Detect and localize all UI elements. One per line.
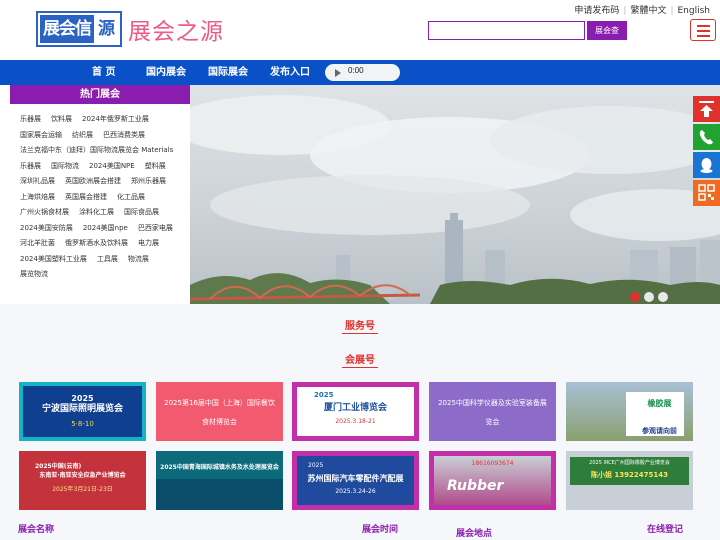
hero-banner[interactable]: [190, 85, 720, 304]
hot-row: 乐器展 饮料展 2024年俄罗斯工业展: [20, 112, 190, 128]
hot-exhibition-link[interactable]: 物流展: [128, 255, 149, 263]
hot-exhibition-link[interactable]: 2024年俄罗斯工业展: [82, 115, 149, 123]
hot-exhibitions-title: 热门展会: [10, 85, 190, 104]
col-exhibition-name: 展会名称: [18, 525, 55, 535]
hot-row: 乐器展 国际物流 2024美国NPE 塑料展: [20, 159, 190, 175]
top-links: 申请发布码 | 繁體中文 | English: [570, 3, 714, 16]
hot-row: 广州火锅食材展 涂料化工展 国际食品展: [20, 205, 190, 221]
qq-icon: [700, 158, 713, 173]
hot-exhibition-link[interactable]: 国际食品展: [124, 208, 159, 216]
search-button[interactable]: 展会查: [587, 21, 627, 40]
exhibition-card-9[interactable]: 18616093674 Rubber: [429, 451, 556, 510]
carousel-dot-2[interactable]: [644, 292, 654, 302]
exhibition-card-4[interactable]: 2025中国科学仪器及实验室装备展览会: [429, 382, 556, 441]
hot-exhibition-link[interactable]: 2024美国安防展: [20, 224, 73, 232]
hot-exhibition-link[interactable]: 深圳礼品展: [20, 177, 55, 185]
exhibition-card-7[interactable]: 2025中国青海国际城镇水务及水处理展览会: [156, 451, 283, 510]
english-link[interactable]: English: [674, 6, 715, 16]
qq-button[interactable]: [693, 152, 720, 178]
exhibition-card-1[interactable]: 2025 宁波国际照明展览会 5·8-10: [19, 382, 146, 441]
nav-international[interactable]: 国际展会: [208, 60, 248, 85]
hot-exhibition-link[interactable]: 国际物流: [51, 162, 79, 170]
top-icon: [699, 101, 714, 117]
service-heading: 服务号: [345, 321, 375, 332]
col-exhibition-venue: 展会地点: [456, 529, 493, 539]
hot-exhibition-link[interactable]: 巴西家电展: [138, 224, 173, 232]
hot-row: 展览物流: [20, 267, 190, 283]
hot-row: 上海烘焙展 英国展会搭建 化工品展: [20, 190, 190, 206]
main-nav: 首 页 国内展会 国际展会 发布入口 0:00: [0, 60, 720, 85]
hot-row: 深圳礼品展 英国欧洲展会搭建 郑州乐器展: [20, 174, 190, 190]
menu-icon: [697, 25, 710, 27]
hot-row: 2024美国塑料工业展 工具展 物流展: [20, 252, 190, 268]
hot-exhibition-link[interactable]: 法兰克福中东（迪拜）国际物流展览会 Materials: [20, 146, 173, 154]
exhibition-card-10[interactable]: 2025 IRCE广州国际橡胶产业博览会 陈小姐 13922475143: [566, 451, 693, 510]
hot-exhibition-link[interactable]: 2024美国塑料工业展: [20, 255, 87, 263]
traditional-chinese-link[interactable]: 繁體中文: [626, 6, 670, 16]
exhibition-card-5[interactable]: 橡胶展 参观请向前: [566, 382, 693, 441]
hot-exhibition-link[interactable]: 展览物流: [20, 270, 48, 278]
audio-player[interactable]: 0:00: [325, 64, 400, 81]
site-slogan: 展会之源: [128, 19, 224, 45]
hot-exhibition-link[interactable]: 塑料展: [145, 162, 166, 170]
exhibition-card-6[interactable]: 2025中国(云南) 东南亚·南亚安全应急产业博览会 2025年3月21日-23…: [19, 451, 146, 510]
hot-exhibition-link[interactable]: 电力展: [138, 239, 159, 247]
hot-exhibition-link[interactable]: 化工品展: [117, 193, 145, 201]
hot-exhibition-link[interactable]: 饮料展: [51, 115, 72, 123]
hot-row: 2024美国安防展 2024美国npe 巴西家电展: [20, 221, 190, 237]
hot-exhibition-link[interactable]: 工具展: [97, 255, 118, 263]
exhibition-card-3[interactable]: 2025 厦门工业博览会 2025.3.18-21: [292, 382, 419, 441]
hot-row: 法兰克福中东（迪拜）国际物流展览会 Materials: [20, 143, 190, 159]
nav-home[interactable]: 首 页: [92, 60, 115, 85]
search-input[interactable]: [428, 21, 585, 40]
col-online-register: 在线登记: [647, 525, 684, 535]
col-exhibition-time: 展会时间: [362, 525, 399, 535]
exhibition-card-8[interactable]: 2025 苏州国际汽车零配件汽配展 2025.3.24-26: [292, 451, 419, 510]
hot-exhibition-link[interactable]: 俄罗斯酒水及饮料展: [65, 239, 128, 247]
hot-exhibition-link[interactable]: 乐器展: [20, 162, 41, 170]
hot-exhibition-link[interactable]: 纺织展: [72, 131, 93, 139]
hot-exhibition-link[interactable]: 广州火锅食材展: [20, 208, 69, 216]
hot-exhibition-link[interactable]: 河北羊肚菌: [20, 239, 55, 247]
exhibition-heading: 会展号: [345, 355, 375, 366]
nav-domestic[interactable]: 国内展会: [146, 60, 186, 85]
hot-exhibition-link[interactable]: 英国展会搭建: [65, 193, 107, 201]
nav-publish[interactable]: 发布入口: [270, 60, 310, 85]
hot-exhibitions-list: 乐器展 饮料展 2024年俄罗斯工业展国家展会运输 纺织展 巴西消费类展法兰克福中东（迪…: [20, 112, 190, 283]
logo-char: 源: [98, 19, 115, 39]
hot-exhibition-link[interactable]: 2024美国NPE: [89, 162, 135, 170]
hot-exhibition-link[interactable]: 郑州乐器展: [131, 177, 166, 185]
carousel-dot-3[interactable]: [658, 292, 668, 302]
carousel-dot-1[interactable]: [630, 292, 640, 302]
hot-exhibition-link[interactable]: 国家展会运输: [20, 131, 62, 139]
qrcode-button[interactable]: [693, 180, 720, 206]
hot-row: 河北羊肚菌 俄罗斯酒水及饮料展 电力展: [20, 236, 190, 252]
hot-exhibition-link[interactable]: 涂料化工展: [79, 208, 114, 216]
play-icon[interactable]: [335, 69, 341, 77]
banner-image: [190, 95, 720, 304]
hot-row: 国家展会运输 纺织展 巴西消费类展: [20, 128, 190, 144]
hot-exhibition-link[interactable]: 乐器展: [20, 115, 41, 123]
phone-icon: [699, 130, 713, 145]
apply-code-link[interactable]: 申请发布码: [570, 6, 623, 16]
site-logo[interactable]: 展会信息 源: [36, 11, 122, 67]
phone-button[interactable]: [693, 124, 720, 150]
site-header: 展会信息 源 展会之源 申请发布码 | 繁體中文 | English 展会查: [0, 0, 720, 67]
logo-text: 展会信息: [40, 15, 94, 67]
menu-button[interactable]: [690, 19, 716, 41]
exhibition-card-2[interactable]: 2025第16届中国（上海）国际餐饮食材博览会: [156, 382, 283, 441]
qrcode-icon: [698, 184, 715, 201]
hot-exhibition-link[interactable]: 2024美国npe: [83, 224, 128, 232]
back-to-top-button[interactable]: [693, 96, 720, 122]
hot-exhibition-link[interactable]: 巴西消费类展: [103, 131, 145, 139]
hot-exhibition-link[interactable]: 英国欧洲展会搭建: [65, 177, 121, 185]
hot-exhibition-link[interactable]: 上海烘焙展: [20, 193, 55, 201]
hot-exhibitions-panel: 热门展会 乐器展 饮料展 2024年俄罗斯工业展国家展会运输 纺织展 巴西消费类展法兰克…: [10, 85, 190, 304]
audio-time: 0:00: [348, 66, 364, 75]
